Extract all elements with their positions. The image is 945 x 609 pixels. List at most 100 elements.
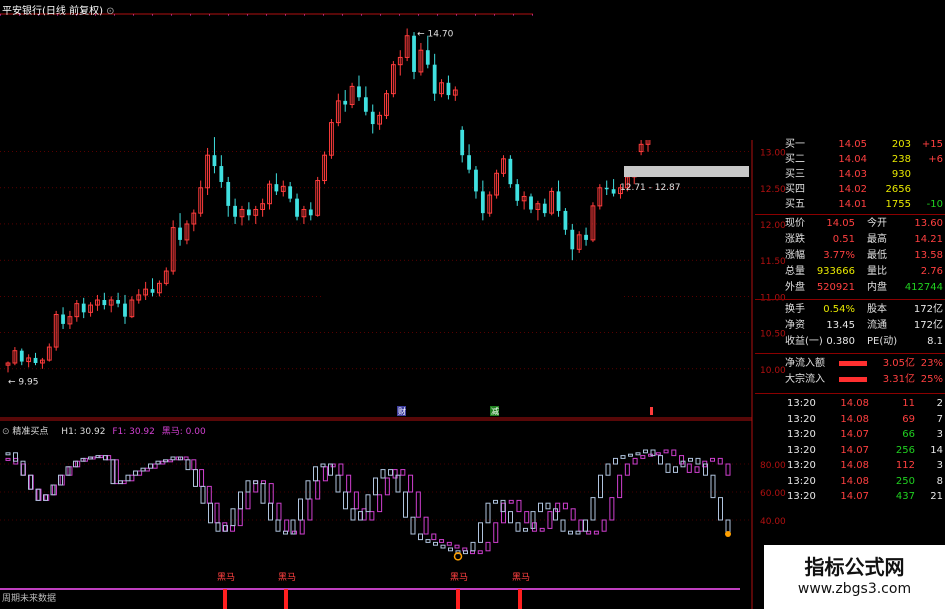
chart-title-text: 平安银行(日线 前复权) — [2, 6, 103, 17]
bid-price: 14.05 — [838, 139, 867, 150]
flow-label: 净流入额 — [785, 358, 825, 369]
stat2-value: 0.54% — [823, 304, 855, 315]
candle-body-down — [474, 169, 478, 192]
flow-percent: 25% — [920, 374, 943, 385]
bid-row: 买一 14.05 203 +15 — [755, 137, 945, 152]
candle-body-down — [446, 82, 451, 96]
bid-label: 买二 — [785, 154, 805, 165]
stat-row: 现价 14.05 今开 13.60 — [755, 216, 945, 231]
h1-step — [617, 474, 623, 499]
flow-value: 3.31亿 — [882, 374, 915, 385]
f1-step — [658, 455, 663, 465]
f1-step — [575, 530, 581, 535]
tick-count: 3 — [936, 429, 943, 440]
f1-step — [343, 491, 348, 510]
candle-body-down — [81, 303, 86, 313]
stat2-label-2: 流通 — [867, 320, 887, 331]
tick-row: 13:20 14.08 69 7 — [755, 412, 945, 427]
tick-count: 21 — [930, 491, 943, 502]
bid-row: 买二 14.04 238 +6 — [755, 152, 945, 167]
indicator-icon[interactable]: ⊙ — [2, 427, 12, 437]
h1-step — [624, 463, 630, 476]
flow-percent: 23% — [920, 358, 943, 369]
settings-icon[interactable]: ⊙ — [106, 6, 114, 17]
h1-step — [408, 474, 414, 493]
stat-value: 3.77% — [823, 250, 855, 261]
tick-price: 14.08 — [840, 413, 869, 425]
stat-row: 总量 933666 量比 2.76 — [755, 264, 945, 279]
f1-step — [148, 463, 153, 469]
f1-step — [433, 541, 438, 546]
stat-label: 现价 — [785, 218, 805, 229]
stat2-value-2: 8.1 — [927, 336, 943, 347]
candle-body-down — [611, 189, 616, 194]
f1-step — [440, 544, 446, 549]
tick-price: 14.07 — [840, 444, 869, 456]
bid-volume: 2656 — [885, 184, 911, 195]
f1-step — [620, 455, 626, 459]
tick-row: 13:20 14.07 66 3 — [755, 427, 945, 442]
stat-label: 总量 — [785, 266, 805, 277]
heima-bar — [456, 589, 460, 609]
h1-step — [315, 480, 321, 500]
h1-step — [717, 457, 723, 465]
candle-body-down — [295, 198, 299, 217]
tick-time: 13:20 — [787, 475, 816, 487]
stat-label-2: 量比 — [867, 266, 887, 277]
bid-row: 买五 14.01 1755 -10 — [755, 197, 945, 212]
f1-step — [523, 527, 528, 532]
candle-body-down — [246, 209, 251, 216]
bid-change: +15 — [921, 139, 943, 150]
f1-step — [613, 457, 618, 465]
bid-volume: 238 — [891, 154, 911, 165]
f1-step — [590, 497, 596, 521]
stat2-label: 收益(一) — [785, 336, 823, 347]
legend-f1: F1: 30.92 — [112, 427, 155, 437]
h1-step — [539, 527, 545, 532]
f1-step — [598, 474, 603, 499]
tick-volume: 250 — [895, 475, 915, 487]
marker-jian: 减 — [491, 406, 499, 416]
f1-step — [568, 530, 573, 535]
h1-step — [369, 511, 375, 521]
tick-row: 13:20 14.08 250 8 — [755, 474, 945, 489]
candle-body-down — [425, 50, 430, 65]
h1-step — [454, 544, 460, 549]
h1-step — [338, 463, 344, 476]
f1-step — [238, 491, 243, 510]
bid-change: +6 — [928, 154, 943, 165]
f1-step — [380, 469, 386, 479]
f1-step — [230, 508, 236, 527]
f1-step — [208, 502, 213, 524]
f1-step — [155, 460, 161, 465]
candle-body-down — [357, 86, 361, 98]
f1-step — [478, 522, 483, 543]
h1-step — [199, 469, 205, 487]
candle-body-down — [274, 184, 279, 192]
f1-step — [313, 466, 318, 482]
h1-step — [686, 463, 692, 473]
tick-volume: 256 — [895, 444, 915, 456]
bid-volume: 930 — [891, 169, 911, 180]
f1-step — [5, 452, 11, 456]
f1-step — [688, 457, 693, 462]
stat-value-2: 13.60 — [914, 218, 943, 229]
f1-step — [418, 533, 423, 541]
watermark-url: www.zbgs3.com — [797, 581, 912, 597]
tick-volume: 11 — [902, 398, 915, 409]
redacted-block-top — [533, 0, 945, 140]
price-range-bar — [624, 166, 749, 177]
candle-body-down — [212, 155, 217, 167]
f1-step — [350, 508, 356, 521]
low-annotation: ← 9.95 — [8, 377, 38, 387]
h1-step — [570, 508, 576, 521]
h1-step — [531, 522, 537, 532]
f1-step — [185, 459, 191, 471]
stat-label-2: 最高 — [867, 234, 887, 245]
bid-volume: 203 — [891, 139, 911, 150]
watermark: 指标公式网 www.zbgs3.com — [764, 545, 945, 609]
tick-row: 13:20 14.07 256 14 — [755, 443, 945, 458]
tick-row: 13:20 14.08 112 3 — [755, 458, 945, 473]
heima-bar — [223, 589, 227, 609]
bid-row: 买三 14.03 930 — [755, 167, 945, 182]
